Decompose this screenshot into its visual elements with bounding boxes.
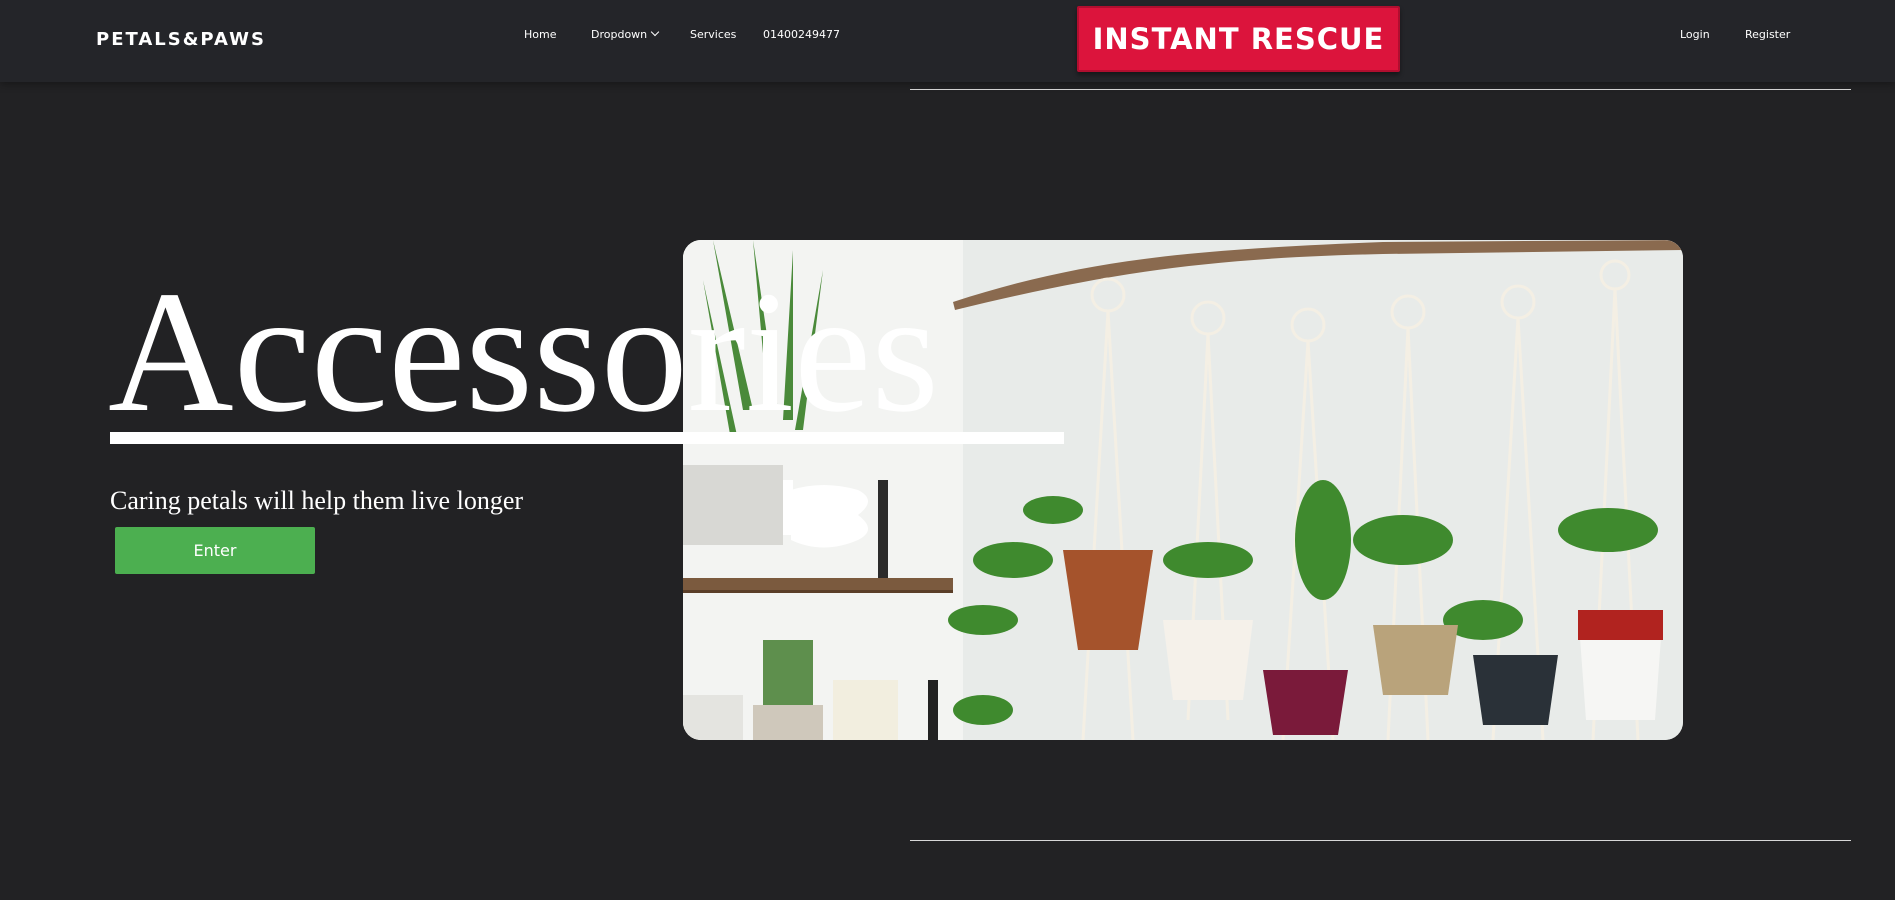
nav-dropdown-label: Dropdown: [591, 28, 648, 41]
hero-subtitle: Caring petals will help them live longer: [110, 486, 524, 515]
nav-register-link[interactable]: Register: [1745, 28, 1790, 41]
navbar: PETALS&PAWS Home Dropdown Services 01400…: [0, 0, 1895, 82]
hero-title: Accessories: [108, 255, 940, 448]
bottom-divider: [910, 840, 1851, 841]
nav-home-link[interactable]: Home: [524, 28, 556, 41]
enter-button[interactable]: Enter: [115, 527, 315, 574]
brand-logo[interactable]: PETALS&PAWS: [96, 29, 266, 50]
nav-login-link[interactable]: Login: [1680, 28, 1710, 41]
instant-rescue-button[interactable]: INSTANT RESCUE: [1077, 6, 1400, 72]
nav-services-link[interactable]: Services: [690, 28, 736, 41]
chevron-down-icon: [650, 27, 660, 37]
nav-phone-link[interactable]: 01400249477: [763, 28, 840, 41]
hero-title-underline: [110, 432, 1064, 444]
top-divider: [910, 89, 1851, 90]
nav-dropdown[interactable]: Dropdown: [591, 27, 660, 41]
